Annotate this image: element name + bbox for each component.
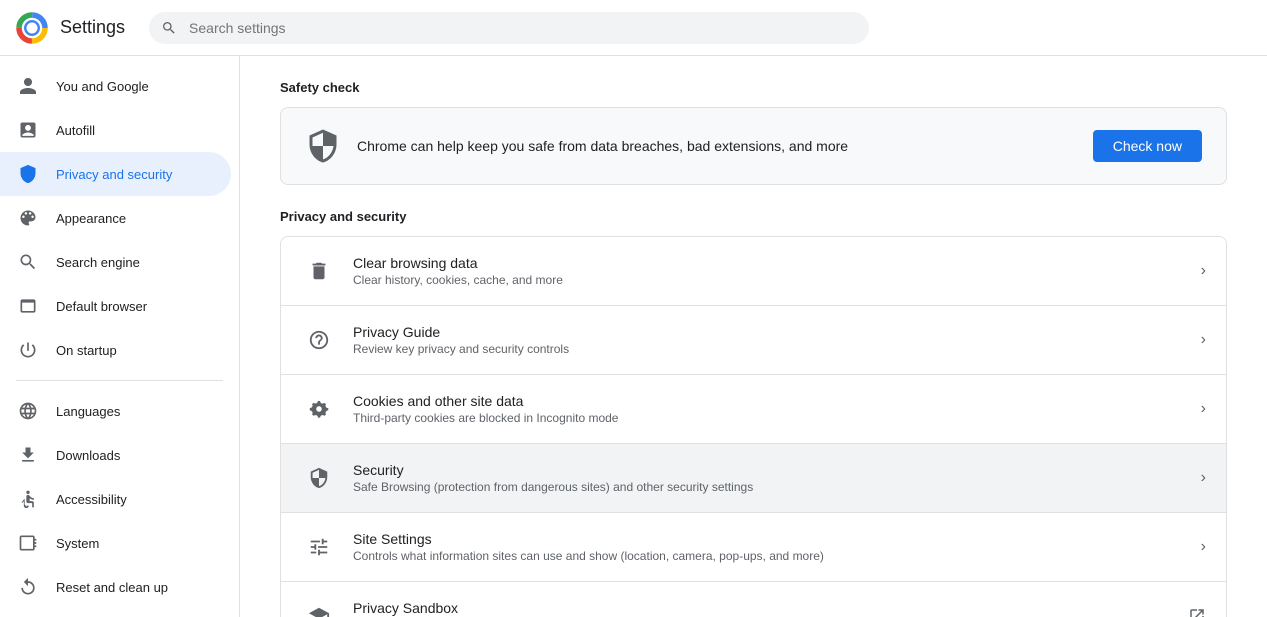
chevron-icon-clear-browsing: › [1201, 262, 1206, 280]
system-icon [16, 531, 40, 555]
privacy-sandbox-text: Privacy Sandbox Trial features are on [353, 600, 1180, 617]
safety-check-text: Chrome can help keep you safe from data … [357, 138, 1093, 154]
clear-browsing-data-text: Clear browsing data Clear history, cooki… [353, 255, 1193, 287]
check-now-button[interactable]: Check now [1093, 130, 1202, 162]
clear-browsing-data-subtitle: Clear history, cookies, cache, and more [353, 273, 1193, 287]
sidebar-label-autofill: Autofill [56, 123, 95, 138]
sliders-icon [301, 529, 337, 565]
clear-browsing-data-title: Clear browsing data [353, 255, 1193, 271]
browser-icon [16, 294, 40, 318]
privacy-guide-row[interactable]: Privacy Guide Review key privacy and sec… [281, 306, 1226, 375]
download-icon [16, 443, 40, 467]
sidebar-label-appearance: Appearance [56, 211, 126, 226]
sidebar-item-languages[interactable]: Languages [0, 389, 231, 433]
privacy-sandbox-row[interactable]: Privacy Sandbox Trial features are on [281, 582, 1226, 617]
search-input[interactable] [149, 12, 869, 44]
chevron-icon-privacy-guide: › [1201, 331, 1206, 349]
security-icon [301, 460, 337, 496]
sidebar-item-appearance[interactable]: Appearance [0, 196, 231, 240]
privacy-guide-icon [301, 322, 337, 358]
chevron-icon-security: › [1201, 469, 1206, 487]
sidebar-label-languages: Languages [56, 404, 120, 419]
autofill-icon [16, 118, 40, 142]
sidebar-label-privacy-and-security: Privacy and security [56, 167, 172, 182]
sidebar-item-downloads[interactable]: Downloads [0, 433, 231, 477]
cookies-title: Cookies and other site data [353, 393, 1193, 409]
cookie-icon [301, 391, 337, 427]
sidebar-item-autofill[interactable]: Autofill [0, 108, 231, 152]
sidebar-divider-1 [16, 380, 223, 381]
security-row[interactable]: Security Safe Browsing (protection from … [281, 444, 1226, 513]
chevron-icon-site-settings: › [1201, 538, 1206, 556]
content-area: Safety check Chrome can help keep you sa… [240, 56, 1267, 617]
site-settings-title: Site Settings [353, 531, 1193, 547]
privacy-security-list: Clear browsing data Clear history, cooki… [280, 236, 1227, 617]
sidebar-item-accessibility[interactable]: Accessibility [0, 477, 231, 521]
search-icon [161, 20, 177, 36]
accessibility-icon [16, 487, 40, 511]
sidebar-label-on-startup: On startup [56, 343, 117, 358]
sidebar: You and Google Autofill Privacy and secu… [0, 56, 240, 617]
cookies-text: Cookies and other site data Third-party … [353, 393, 1193, 425]
search-bar [149, 12, 869, 44]
language-icon [16, 399, 40, 423]
sidebar-label-search-engine: Search engine [56, 255, 140, 270]
sidebar-item-default-browser[interactable]: Default browser [0, 284, 231, 328]
sidebar-item-you-and-google[interactable]: You and Google [0, 64, 231, 108]
sidebar-label-accessibility: Accessibility [56, 492, 127, 507]
site-settings-text: Site Settings Controls what information … [353, 531, 1193, 563]
privacy-guide-subtitle: Review key privacy and security controls [353, 342, 1193, 356]
cookies-subtitle: Third-party cookies are blocked in Incog… [353, 411, 1193, 425]
trash-icon [301, 253, 337, 289]
safety-check-card: Chrome can help keep you safe from data … [280, 107, 1227, 185]
chevron-icon-cookies: › [1201, 400, 1206, 418]
sidebar-item-reset-and-clean-up[interactable]: Reset and clean up [0, 565, 231, 609]
security-text: Security Safe Browsing (protection from … [353, 462, 1193, 494]
shield-icon [16, 162, 40, 186]
main-layout: You and Google Autofill Privacy and secu… [0, 56, 1267, 617]
site-settings-subtitle: Controls what information sites can use … [353, 549, 1193, 563]
sidebar-label-you-and-google: You and Google [56, 79, 149, 94]
settings-title: Settings [60, 17, 125, 38]
chrome-logo [16, 12, 48, 44]
safety-shield-icon [305, 128, 341, 164]
sidebar-label-reset-and-clean-up: Reset and clean up [56, 580, 168, 595]
sidebar-item-system[interactable]: System [0, 521, 231, 565]
external-icon-sandbox [1188, 607, 1206, 617]
safety-check-section-title: Safety check [280, 80, 1227, 95]
privacy-security-section-title: Privacy and security [280, 209, 1227, 224]
sidebar-item-privacy-and-security[interactable]: Privacy and security [0, 152, 231, 196]
security-title: Security [353, 462, 1193, 478]
sandbox-icon [301, 598, 337, 617]
person-icon [16, 74, 40, 98]
sidebar-item-on-startup[interactable]: On startup [0, 328, 231, 372]
sidebar-label-default-browser: Default browser [56, 299, 147, 314]
privacy-guide-title: Privacy Guide [353, 324, 1193, 340]
security-subtitle: Safe Browsing (protection from dangerous… [353, 480, 1193, 494]
cookies-row[interactable]: Cookies and other site data Third-party … [281, 375, 1226, 444]
top-bar: Settings [0, 0, 1267, 56]
palette-icon [16, 206, 40, 230]
power-icon [16, 338, 40, 362]
clear-browsing-data-row[interactable]: Clear browsing data Clear history, cooki… [281, 237, 1226, 306]
site-settings-row[interactable]: Site Settings Controls what information … [281, 513, 1226, 582]
reset-icon [16, 575, 40, 599]
sidebar-item-search-engine[interactable]: Search engine [0, 240, 231, 284]
sidebar-label-system: System [56, 536, 99, 551]
privacy-sandbox-title: Privacy Sandbox [353, 600, 1180, 616]
privacy-guide-text: Privacy Guide Review key privacy and sec… [353, 324, 1193, 356]
search-engine-icon [16, 250, 40, 274]
sidebar-label-downloads: Downloads [56, 448, 120, 463]
